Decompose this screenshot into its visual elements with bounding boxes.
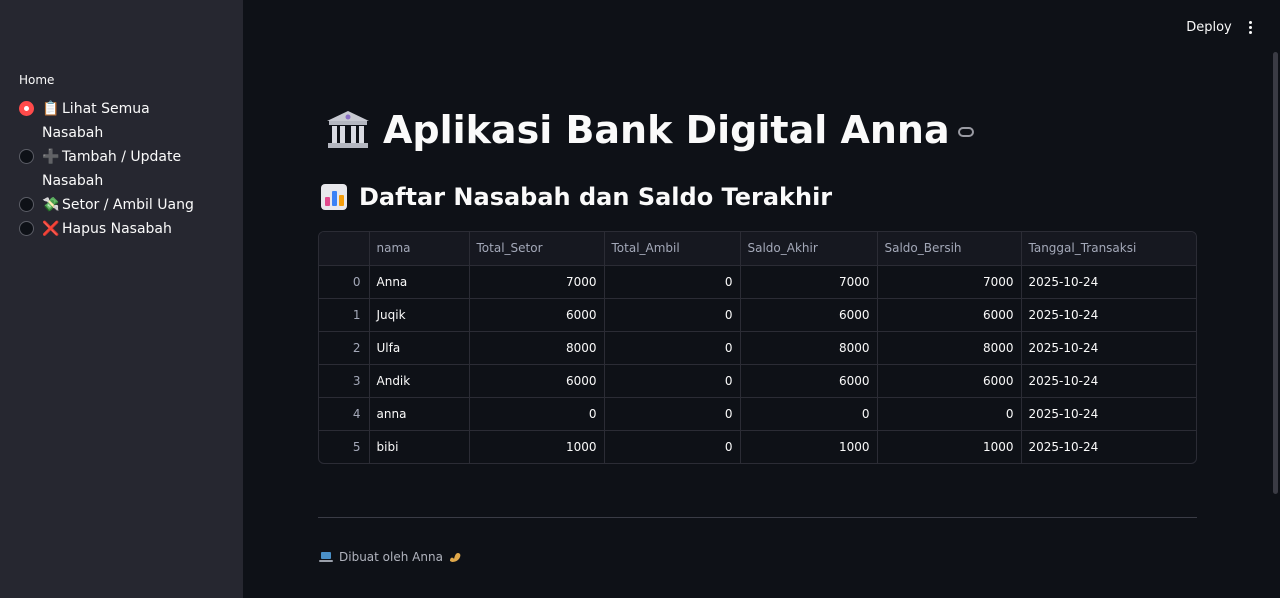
table-header-row: nama Total_Setor Total_Ambil Saldo_Akhir… [319, 232, 1196, 266]
cell-total-ambil[interactable]: 0 [604, 430, 741, 463]
footer-caption: Dibuat oleh Anna [319, 550, 462, 564]
cell-saldo-akhir[interactable]: 6000 [740, 298, 878, 332]
radio-unselected-icon[interactable] [19, 197, 34, 212]
nav-option-label: Hapus Nasabah [62, 221, 172, 237]
cell-total-setor[interactable]: 7000 [469, 265, 605, 299]
plus-icon: ➕ [42, 149, 60, 165]
cell-saldo-akhir[interactable]: 0 [740, 397, 878, 431]
table-row: 3 Andik 6000 0 6000 6000 2025-10-24 [319, 364, 1196, 398]
sidebar-nav-label: Home [19, 73, 55, 87]
cell-total-setor[interactable]: 6000 [469, 364, 605, 398]
row-index[interactable]: 1 [319, 298, 370, 332]
cell-total-ambil[interactable]: 0 [604, 397, 741, 431]
row-index[interactable]: 3 [319, 364, 370, 398]
cell-saldo-bersih[interactable]: 1000 [877, 430, 1022, 463]
cell-nama[interactable]: Juqik [369, 298, 470, 332]
cell-total-setor[interactable]: 0 [469, 397, 605, 431]
nav-option-tambah-update-nasabah[interactable]: ➕ Tambah / Update Nasabah [19, 145, 229, 193]
deploy-button[interactable]: Deploy [1180, 14, 1238, 40]
cell-saldo-akhir[interactable]: 6000 [740, 364, 878, 398]
radio-selected-icon[interactable] [19, 101, 34, 116]
table-row: 2 Ulfa 8000 0 8000 8000 2025-10-24 [319, 331, 1196, 365]
column-header-total-setor[interactable]: Total_Setor [469, 232, 605, 266]
cell-nama[interactable]: Anna [369, 265, 470, 299]
nav-option-hapus-nasabah[interactable]: ❌ Hapus Nasabah [19, 217, 229, 241]
cell-saldo-akhir[interactable]: 1000 [740, 430, 878, 463]
table-row: 5 bibi 1000 0 1000 1000 2025-10-24 [319, 430, 1196, 463]
cell-total-setor[interactable]: 1000 [469, 430, 605, 463]
column-header-index[interactable] [319, 232, 370, 266]
row-index[interactable]: 2 [319, 331, 370, 365]
cell-saldo-bersih[interactable]: 8000 [877, 331, 1022, 365]
money-wings-icon: 💸 [42, 197, 60, 213]
cell-tanggal-transaksi[interactable]: 2025-10-24 [1021, 298, 1196, 332]
cell-saldo-bersih[interactable]: 0 [877, 397, 1022, 431]
cell-nama[interactable]: anna [369, 397, 470, 431]
row-index[interactable]: 0 [319, 265, 370, 299]
customer-table: nama Total_Setor Total_Ambil Saldo_Akhir… [319, 232, 1196, 463]
nav-radio-group: 📋 Lihat Semua Nasabah ➕ Tambah / Update Na… [19, 97, 229, 241]
clipboard-icon: 📋 [42, 101, 60, 117]
section-title: Daftar Nasabah dan Saldo Terakhir [321, 183, 832, 211]
nav-option-lihat-semua-nasabah[interactable]: 📋 Lihat Semua Nasabah [19, 97, 229, 145]
cell-total-ambil[interactable]: 0 [604, 298, 741, 332]
cell-total-setor[interactable]: 6000 [469, 298, 605, 332]
cell-saldo-bersih[interactable]: 7000 [877, 265, 1022, 299]
cell-tanggal-transaksi[interactable]: 2025-10-24 [1021, 265, 1196, 299]
cell-tanggal-transaksi[interactable]: 2025-10-24 [1021, 364, 1196, 398]
row-index[interactable]: 5 [319, 430, 370, 463]
laptop-icon [319, 551, 333, 563]
cell-total-setor[interactable]: 8000 [469, 331, 605, 365]
cell-tanggal-transaksi[interactable]: 2025-10-24 [1021, 397, 1196, 431]
page-title: Aplikasi Bank Digital Anna [325, 108, 974, 152]
page-scrollbar[interactable] [1273, 52, 1278, 494]
cell-tanggal-transaksi[interactable]: 2025-10-24 [1021, 430, 1196, 463]
anchor-link-icon[interactable] [957, 127, 974, 137]
footer-text: Dibuat oleh Anna [339, 550, 443, 564]
cell-total-ambil[interactable]: 0 [604, 364, 741, 398]
nav-option-label: Setor / Ambil Uang [62, 197, 194, 213]
column-header-tanggal-transaksi[interactable]: Tanggal_Transaksi [1021, 232, 1196, 266]
nav-option-label: Tambah / Update Nasabah [42, 149, 182, 189]
customer-dataframe[interactable]: nama Total_Setor Total_Ambil Saldo_Akhir… [318, 231, 1197, 464]
cell-nama[interactable]: bibi [369, 430, 470, 463]
column-header-saldo-bersih[interactable]: Saldo_Bersih [877, 232, 1022, 266]
cell-saldo-akhir[interactable]: 7000 [740, 265, 878, 299]
cross-mark-icon: ❌ [42, 221, 60, 237]
kebab-menu-icon[interactable] [1240, 16, 1260, 38]
title-text: Aplikasi Bank Digital Anna [383, 108, 950, 152]
sidebar: Home 📋 Lihat Semua Nasabah ➕ Tambah / Upda… [0, 0, 243, 598]
cell-tanggal-transaksi[interactable]: 2025-10-24 [1021, 331, 1196, 365]
column-header-nama[interactable]: nama [369, 232, 470, 266]
cell-nama[interactable]: Ulfa [369, 331, 470, 365]
radio-unselected-icon[interactable] [19, 221, 34, 236]
bar-chart-icon [321, 184, 347, 210]
radio-unselected-icon[interactable] [19, 149, 34, 164]
flexed-arm-icon [448, 551, 462, 563]
section-title-text: Daftar Nasabah dan Saldo Terakhir [359, 183, 833, 211]
cell-saldo-akhir[interactable]: 8000 [740, 331, 878, 365]
cell-total-ambil[interactable]: 0 [604, 265, 741, 299]
horizontal-divider [318, 517, 1197, 518]
row-index[interactable]: 4 [319, 397, 370, 431]
table-row: 1 Juqik 6000 0 6000 6000 2025-10-24 [319, 298, 1196, 332]
app-root: Home 📋 Lihat Semua Nasabah ➕ Tambah / Upda… [0, 0, 1280, 598]
cell-saldo-bersih[interactable]: 6000 [877, 298, 1022, 332]
table-row: 0 Anna 7000 0 7000 7000 2025-10-24 [319, 265, 1196, 299]
cell-total-ambil[interactable]: 0 [604, 331, 741, 365]
column-header-saldo-akhir[interactable]: Saldo_Akhir [740, 232, 878, 266]
cell-saldo-bersih[interactable]: 6000 [877, 364, 1022, 398]
bank-icon [325, 109, 371, 151]
table-row: 4 anna 0 0 0 0 2025-10-24 [319, 397, 1196, 431]
column-header-total-ambil[interactable]: Total_Ambil [604, 232, 741, 266]
nav-option-setor-ambil-uang[interactable]: 💸 Setor / Ambil Uang [19, 193, 229, 217]
cell-nama[interactable]: Andik [369, 364, 470, 398]
